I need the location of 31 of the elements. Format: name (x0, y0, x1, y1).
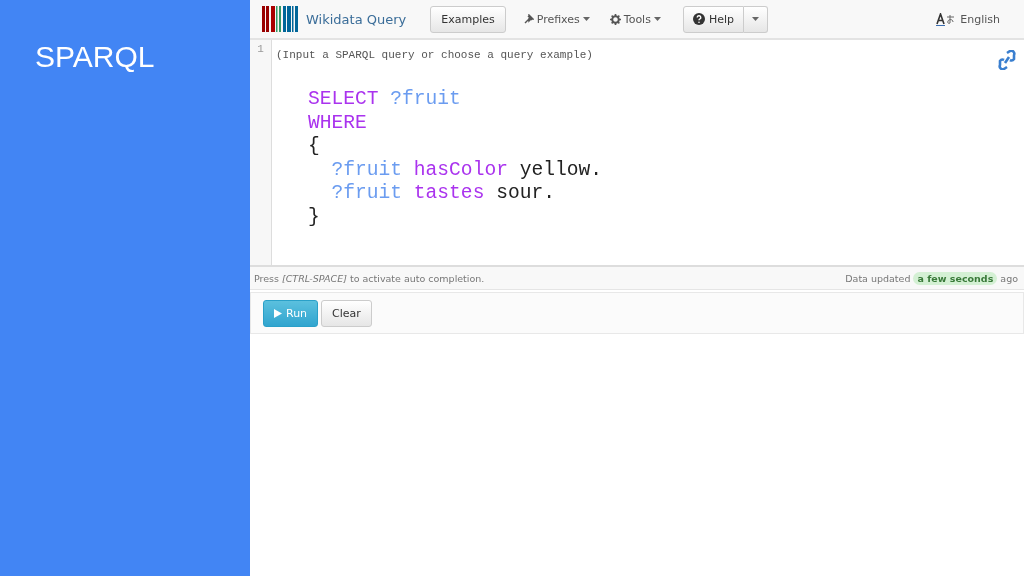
dropdown-button[interactable] (744, 5, 768, 33)
update-time-badge: a few seconds (913, 271, 998, 285)
app-title[interactable]: Wikidata Query (306, 11, 407, 27)
code-line: WHERE (308, 111, 367, 135)
gear-icon (609, 13, 621, 25)
caret-icon (752, 17, 759, 21)
menu-button[interactable]: Tools (599, 6, 671, 32)
line-number: 1 (257, 43, 264, 55)
slide-title: SPARQL (35, 40, 155, 74)
code-line: { (308, 135, 320, 159)
code-line: } (308, 205, 320, 229)
menu-button[interactable]: Prefixes (513, 6, 600, 32)
help-icon (692, 13, 705, 25)
clear-button[interactable]: Clear (321, 299, 372, 327)
striped-logo-icon (262, 6, 300, 32)
help-button[interactable]: Help (682, 5, 744, 33)
code-line: ?fruit tastes sour. (330, 182, 555, 206)
code-line: ?fruit hasColor yellow. (330, 158, 602, 182)
caret-icon (582, 17, 590, 21)
code-line: (Input a SPARQL query or choose a query example) (276, 49, 593, 61)
examples-button[interactable]: Examples (430, 5, 506, 33)
code-line: SELECT ?fruit (308, 88, 461, 112)
language-icon (936, 12, 957, 26)
update-label: Data updated (845, 272, 911, 284)
update-suffix: ago (1000, 272, 1018, 284)
language-selector[interactable]: English (960, 12, 1000, 26)
link-icon[interactable] (998, 50, 1016, 70)
caret-icon (653, 17, 661, 21)
play-icon (274, 308, 282, 318)
autocomplete-hint: Press [CTRL-SPACE] to activate auto completion. (254, 272, 485, 284)
pin-icon (523, 14, 534, 24)
